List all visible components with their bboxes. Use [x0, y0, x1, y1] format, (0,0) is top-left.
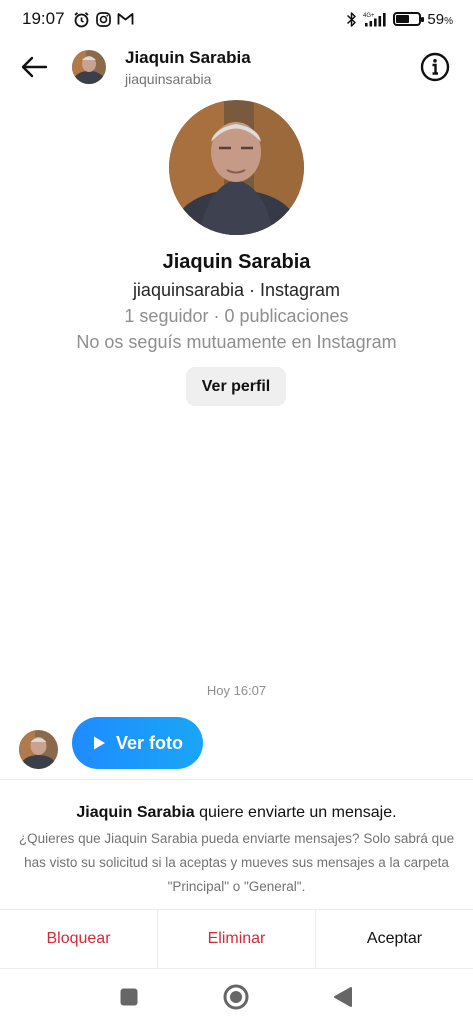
bluetooth-icon	[347, 11, 357, 27]
status-time: 19:07	[22, 9, 65, 28]
profile-photo-image	[169, 100, 304, 235]
signal-icon: 4G+	[363, 12, 387, 26]
header-name[interactable]: Jiaquin Sarabia	[125, 48, 251, 68]
avatar-photo	[19, 730, 58, 769]
system-nav-bar	[0, 969, 473, 1025]
request-description: ¿Quieres que Jiaquin Sarabia pueda envia…	[18, 831, 455, 894]
avatar-photo	[72, 50, 106, 84]
chat-header: Jiaquin Sarabia jiaquinsarabia	[0, 38, 473, 96]
info-button[interactable]	[419, 51, 451, 83]
battery-percent-value: 59	[427, 10, 445, 28]
home-button[interactable]	[216, 977, 256, 1017]
status-bar: 19:07 4G+ 59%	[0, 0, 473, 38]
message-timestamp: Hoy 16:07	[206, 683, 267, 698]
view-photo-bubble[interactable]: Ver foto	[72, 717, 203, 769]
header-username: jiaquinsarabia	[125, 70, 212, 87]
view-profile-button[interactable]: Ver perfil	[186, 367, 286, 406]
back-nav-button[interactable]	[323, 977, 363, 1017]
request-sender-name: Jiaquin Sarabia	[76, 804, 195, 821]
triangle-back-icon	[334, 987, 352, 1007]
battery-percent: 59%	[427, 11, 453, 28]
battery-icon	[393, 12, 425, 26]
request-title: Jiaquin Sarabia quiere enviarte un mensa…	[0, 804, 473, 822]
view-photo-label: Ver foto	[116, 732, 184, 753]
instagram-icon	[95, 11, 111, 27]
profile-photo[interactable]	[169, 100, 304, 235]
sender-avatar[interactable]	[19, 730, 58, 769]
back-button[interactable]	[14, 47, 54, 87]
block-button[interactable]: Bloquear	[0, 910, 157, 968]
alarm-icon	[73, 11, 89, 27]
battery-percent-unit: %	[444, 15, 453, 27]
profile-name: Jiaquin Sarabia	[162, 251, 311, 273]
mutual-follow-note: No os seguís mutuamente en Instagram	[76, 332, 397, 352]
play-icon	[94, 736, 105, 750]
delete-button[interactable]: Eliminar	[157, 910, 315, 968]
message-request-panel: Jiaquin Sarabia quiere enviarte un mensa…	[0, 779, 473, 909]
accept-button[interactable]: Aceptar	[315, 910, 473, 968]
header-avatar[interactable]	[72, 50, 106, 84]
info-icon	[420, 52, 450, 82]
gmail-icon	[117, 13, 133, 25]
arrow-left-icon	[21, 56, 48, 78]
battery-level-fill	[396, 15, 410, 23]
request-title-text: quiere enviarte un mensaje.	[194, 804, 397, 821]
square-icon	[120, 988, 138, 1006]
recents-button[interactable]	[109, 977, 149, 1017]
request-actions: Bloquear Eliminar Aceptar	[0, 909, 473, 969]
profile-stats: 1 seguidor · 0 publicaciones	[124, 306, 349, 326]
home-circle-icon	[223, 984, 249, 1010]
network-type: 4G+	[363, 13, 375, 19]
profile-subtitle: jiaquinsarabia · Instagram	[132, 280, 341, 300]
